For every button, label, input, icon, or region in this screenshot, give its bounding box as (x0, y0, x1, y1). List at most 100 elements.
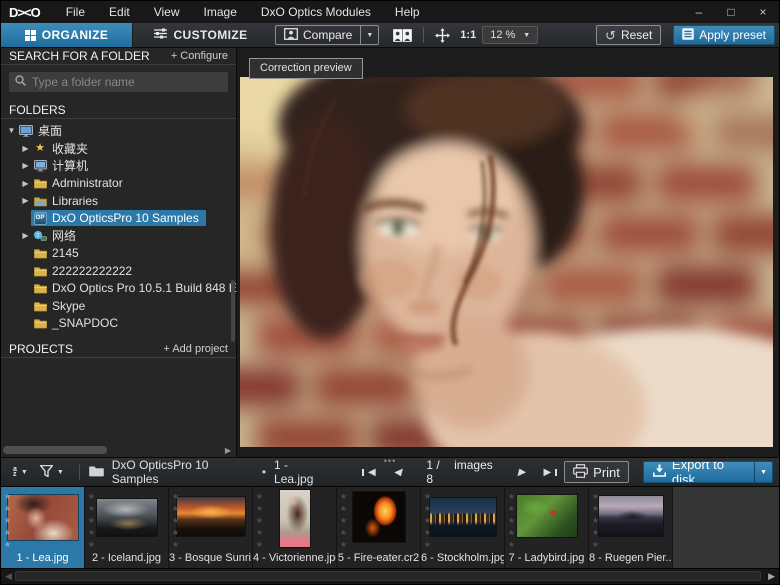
filmstrip-item-3[interactable]: ★★★★★ 3 - Bosque Sunri... (169, 487, 253, 568)
compare-button[interactable]: Compare (276, 26, 360, 44)
minimize-button[interactable]: – (683, 1, 715, 23)
thumbnail-filename: 2 - Iceland.jpg (85, 549, 168, 568)
expander-closed-icon[interactable]: ▶ (20, 231, 31, 240)
thumbnail-image[interactable] (353, 492, 405, 542)
menu-help[interactable]: Help (383, 1, 432, 23)
sidebar-horizontal-scrollbar[interactable]: ▶ (3, 446, 220, 454)
filmstrip-item-8[interactable]: ★★★★★ 8 - Ruegen Pier.... (589, 487, 673, 568)
star-rating[interactable]: ★★★★★ (591, 492, 600, 552)
menu-view[interactable]: View (142, 1, 192, 23)
thumbnail-image[interactable] (8, 495, 78, 540)
thumbnail-image[interactable] (97, 499, 157, 536)
tab-customize[interactable]: CUSTOMIZE (132, 23, 269, 47)
first-image-button[interactable]: ◀ (355, 467, 385, 478)
filter-button[interactable]: ▼ (34, 465, 70, 480)
thumbnail-filename: 1 - Lea.jpg (1, 549, 84, 568)
scroll-right-icon[interactable]: ▶ (768, 571, 775, 582)
sidebar-vertical-scrollbar[interactable] (231, 280, 235, 342)
path-folder-name: DxO OpticsPro 10 Samples (112, 458, 254, 486)
star-rating[interactable]: ★★★★★ (255, 492, 264, 552)
configure-link[interactable]: + Configure (171, 50, 228, 62)
compare-dropdown-button[interactable]: ▼ (360, 26, 378, 44)
tree-item-libraries[interactable]: ▶ Libraries (1, 192, 236, 210)
next-image-button[interactable]: ▶ (509, 467, 535, 478)
tree-item-dxo-optics-pro-build[interactable]: DxO Optics Pro 10.5.1 Build 848 Elite (x… (1, 280, 236, 298)
scroll-right-icon[interactable]: ▶ (225, 446, 231, 455)
tree-item-administrator[interactable]: ▶ Administrator (1, 175, 236, 193)
folder-icon (33, 317, 47, 330)
thumbnail-image[interactable] (517, 495, 577, 537)
star-rating[interactable]: ★★★★★ (87, 492, 96, 552)
star-rating[interactable]: ★★★★★ (423, 492, 432, 552)
thumbnail-image[interactable] (430, 498, 496, 536)
filmstrip-item-2[interactable]: ★★★★★ 2 - Iceland.jpg (85, 487, 169, 568)
side-by-side-view-button[interactable] (389, 29, 416, 42)
menu-dxo-optics-modules[interactable]: DxO Optics Modules (249, 1, 383, 23)
expander-closed-icon[interactable]: ▶ (20, 196, 31, 205)
tree-item-network[interactable]: ▶ 网络 (1, 227, 236, 245)
thumbnail-image[interactable] (599, 496, 663, 536)
thumbnail-filename: 8 - Ruegen Pier.... (589, 549, 672, 568)
thumbnail-image[interactable] (280, 490, 310, 547)
star-rating[interactable]: ★★★★★ (339, 492, 348, 552)
tree-item-computer[interactable]: ▶ 计算机 (1, 157, 236, 175)
thumbnail-image[interactable] (177, 497, 245, 536)
toolbar-separator (423, 27, 424, 43)
tree-item-222222222222[interactable]: 222222222222 (1, 262, 236, 280)
search-folder-header: SEARCH FOR A FOLDER + Configure (1, 48, 236, 65)
filmstrip: ★★★★★ 1 - Lea.jpg ★★★★★ 2 - Iceland.jpg … (1, 487, 779, 584)
expander-closed-icon[interactable]: ▶ (20, 179, 31, 188)
expander-closed-icon[interactable]: ▶ (20, 161, 31, 170)
star-rating[interactable]: ★★★★★ (171, 492, 180, 552)
menu-edit[interactable]: Edit (97, 1, 142, 23)
star-rating[interactable]: ★★★★★ (3, 492, 12, 552)
expander-open-icon[interactable]: ▼ (6, 126, 17, 135)
scrollbar-thumb[interactable] (3, 446, 107, 454)
zoom-one-to-one-button[interactable]: 1:1 (460, 29, 476, 41)
expander-closed-icon[interactable]: ▶ (20, 144, 31, 153)
customize-sliders-icon (154, 28, 167, 42)
tree-item-skype[interactable]: Skype (1, 297, 236, 315)
menu-file[interactable]: File (54, 1, 97, 23)
filmstrip-scrollbar[interactable]: ◀ ▶ (1, 568, 779, 584)
scrollbar-thumb[interactable] (15, 571, 761, 581)
caret-down-icon: ▼ (760, 469, 767, 476)
add-project-link[interactable]: + Add project (163, 343, 228, 355)
filmstrip-item-6[interactable]: ★★★★★ 6 - Stockholm.jpg (421, 487, 505, 568)
filmstrip-item-4[interactable]: ★★★★★ 4 - Victorienne.jpg (253, 487, 337, 568)
sort-button[interactable]: az ▼ (7, 467, 34, 477)
maximize-button[interactable]: □ (715, 1, 747, 23)
print-button[interactable]: Print (564, 461, 629, 483)
filmstrip-item-1[interactable]: ★★★★★ 1 - Lea.jpg (1, 487, 85, 568)
preview-image[interactable] (240, 77, 773, 447)
apply-preset-button[interactable]: Apply preset (673, 25, 775, 45)
search-input[interactable] (32, 75, 222, 89)
pan-tool-button[interactable] (431, 28, 454, 43)
export-to-disk-button[interactable]: Export to disk (644, 462, 754, 482)
tab-organize[interactable]: ORGANIZE (1, 23, 132, 47)
tree-item-favorites[interactable]: ▶ ★收藏夹 (1, 140, 236, 158)
correction-preview-tooltip: Correction preview (249, 58, 363, 79)
statusbar-separator (79, 464, 80, 480)
nav-next-icon: ▶ (518, 467, 526, 478)
last-image-button[interactable]: ▶ (534, 467, 564, 478)
menu-image[interactable]: Image (192, 1, 249, 23)
filmstrip-item-7[interactable]: ★★★★★ 7 - Ladybird.jpg (505, 487, 589, 568)
star-rating[interactable]: ★★★★★ (507, 492, 516, 552)
folder-icon (33, 282, 47, 295)
export-options-dropdown[interactable]: ▼ (754, 462, 772, 482)
folder-search-box (9, 72, 228, 92)
scroll-left-icon[interactable]: ◀ (5, 571, 12, 582)
filmstrip-item-5[interactable]: ★★★★★ 5 - Fire-eater.cr2 (337, 487, 421, 568)
tree-item-snapdoc[interactable]: _SNAPDOC (1, 315, 236, 333)
tree-item-dxo-opticspro-10-samples[interactable]: OPDxO OpticsPro 10 Samples (1, 210, 236, 228)
splitter-grip[interactable]: ••• (384, 456, 396, 466)
close-button[interactable]: × (747, 1, 779, 23)
tree-item-2145[interactable]: 2145 (1, 245, 236, 263)
tree-item-desktop[interactable]: ▼ 桌面 (1, 122, 236, 140)
zoom-level-select[interactable]: 12 % ▼ (482, 26, 538, 44)
previous-image-button[interactable]: ◀ (385, 467, 411, 478)
thumbnail-filename: 3 - Bosque Sunri... (169, 549, 252, 568)
reset-button[interactable]: ↺ Reset (596, 25, 661, 45)
filter-funnel-icon (40, 465, 53, 480)
